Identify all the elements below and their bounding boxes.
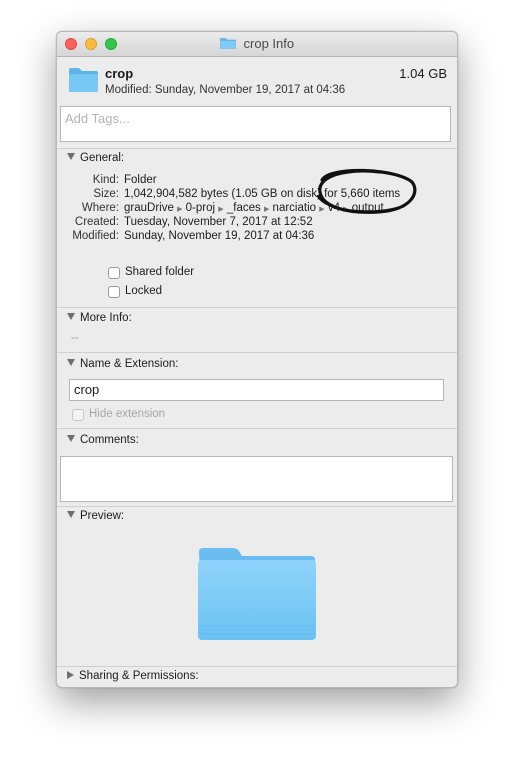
path-separator-icon: ▶ — [263, 206, 270, 213]
where-label: Where: — [81, 202, 119, 214]
preview-title: Preview: — [80, 510, 125, 522]
disclosure-down-icon — [67, 359, 75, 366]
name-extension-title: Name & Extension: — [80, 358, 179, 370]
general-section-header[interactable]: General: — [67, 152, 124, 164]
locked-checkbox[interactable] — [108, 286, 120, 298]
modified-label: Modified: — [72, 230, 119, 242]
divider — [57, 666, 457, 667]
sharing-title: Sharing & Permissions: — [79, 670, 199, 682]
size-label: Size: — [93, 188, 119, 200]
folder-preview-icon — [198, 548, 316, 640]
size-value: 1,042,904,582 bytes (1.05 GB on disk) fo… — [124, 188, 401, 200]
kind-value: Folder — [124, 174, 157, 186]
path-item[interactable]: _faces — [227, 202, 261, 214]
path-item[interactable]: grauDrive — [124, 202, 174, 214]
name-extension-section-header[interactable]: Name & Extension: — [67, 358, 178, 370]
general-title: General: — [80, 152, 125, 164]
folder-icon — [69, 68, 98, 92]
divider — [57, 148, 457, 149]
header-modified: Modified: Sunday, November 19, 2017 at 0… — [105, 84, 346, 96]
name-field[interactable]: crop — [69, 379, 444, 401]
window-title: crop Info — [243, 36, 295, 51]
shared-folder-label: Shared folder — [125, 266, 195, 278]
preview-section-header[interactable]: Preview: — [67, 510, 124, 522]
path-separator-icon: ▶ — [319, 206, 325, 213]
more-info-section-header[interactable]: More Info: — [67, 312, 132, 324]
created-value: Tuesday, November 7, 2017 at 12:52 — [124, 216, 313, 228]
disclosure-right-icon — [67, 671, 74, 679]
file-name: crop — [105, 66, 134, 81]
locked-label: Locked — [125, 285, 163, 297]
info-window: crop Info crop Modified: Sunday, Novembe… — [56, 31, 458, 688]
more-info-value: -- — [71, 332, 79, 344]
more-info-title: More Info: — [80, 312, 132, 324]
disclosure-down-icon — [67, 511, 75, 518]
shared-folder-checkbox[interactable] — [108, 267, 120, 279]
modified-value: Sunday, November 19, 2017 at 04:36 — [124, 230, 315, 242]
disclosure-down-icon — [67, 435, 75, 442]
hide-extension-checkbox[interactable] — [72, 409, 84, 421]
header-size: 1.04 GB — [399, 66, 447, 81]
created-label: Created: — [74, 216, 119, 228]
disclosure-down-icon — [67, 313, 75, 320]
divider — [57, 352, 457, 353]
hide-extension-label: Hide extension — [89, 408, 166, 420]
path-separator-icon: ▶ — [218, 206, 224, 213]
disclosure-down-icon — [67, 153, 75, 160]
path-item[interactable]: 0-proj — [186, 202, 215, 214]
comments-section-header[interactable]: Comments: — [67, 434, 139, 446]
divider — [57, 506, 457, 507]
kind-label: Kind: — [92, 174, 119, 186]
comments-field[interactable] — [60, 456, 453, 502]
path-item[interactable]: output — [352, 202, 384, 214]
comments-title: Comments: — [80, 434, 139, 446]
folder-icon — [220, 38, 236, 49]
tags-field[interactable]: Add Tags... — [60, 106, 451, 142]
sharing-section-header[interactable]: Sharing & Permissions: — [67, 670, 199, 682]
path-item[interactable]: v4 — [328, 202, 340, 214]
divider — [57, 428, 457, 429]
title-bar[interactable]: crop Info — [57, 32, 457, 57]
path-separator-icon: ▶ — [343, 206, 349, 213]
divider — [57, 307, 457, 308]
path-item[interactable]: narciatio — [273, 202, 316, 214]
path-separator-icon: ▶ — [177, 206, 183, 213]
window-title-wrap: crop Info — [57, 36, 457, 51]
